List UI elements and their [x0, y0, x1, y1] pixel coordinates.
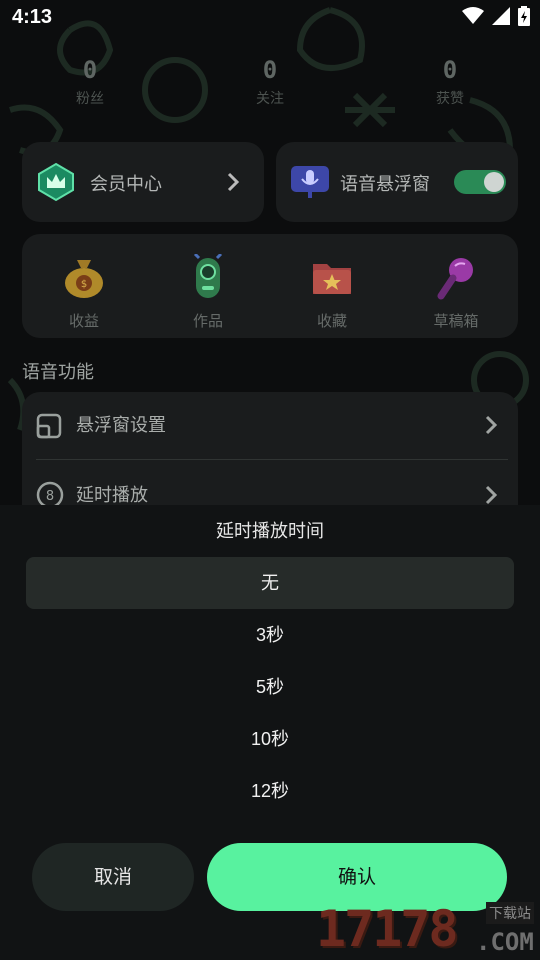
svg-text:$: $: [81, 279, 87, 290]
battery-icon: [518, 6, 530, 26]
status-bar: 4:13: [0, 0, 540, 36]
status-time: 4:13: [12, 6, 53, 28]
site-watermark: 17178 下载站 .COM: [316, 898, 540, 960]
option-12s[interactable]: 12秒: [26, 765, 514, 817]
cancel-button[interactable]: 取消: [32, 843, 194, 911]
option-3s[interactable]: 3秒: [26, 609, 514, 661]
watermark-number: 17178: [316, 900, 459, 958]
microphone-icon: [437, 258, 473, 300]
watermark-suffix: .COM: [476, 928, 534, 956]
list-divider: [36, 459, 508, 460]
stat-label: 关注: [256, 91, 284, 107]
money-bag-icon: $: [65, 260, 103, 298]
svg-text:8: 8: [46, 489, 54, 504]
watermark-tag: 下载站: [486, 902, 534, 924]
grid-item-drafts[interactable]: 草稿箱: [401, 254, 511, 331]
toggle-knob: [484, 172, 504, 192]
list-item-label: 延时播放: [76, 485, 148, 506]
voice-float-toggle[interactable]: [454, 170, 506, 194]
window-icon: [36, 413, 62, 439]
stat-likes[interactable]: 0 获赞: [390, 56, 510, 108]
signal-icon: [492, 7, 510, 25]
stat-value: 0: [262, 56, 278, 84]
stat-following[interactable]: 0 关注: [210, 56, 330, 108]
member-center-label: 会员中心: [90, 174, 162, 195]
option-10s[interactable]: 10秒: [26, 713, 514, 765]
wifi-icon: [462, 7, 484, 24]
section-title: 语音功能: [22, 362, 94, 383]
chevron-right-icon: [227, 172, 240, 192]
stat-label: 粉丝: [76, 91, 104, 107]
grid-label: 收藏: [316, 312, 347, 330]
grid-item-earnings[interactable]: $ 收益: [29, 254, 139, 331]
stat-label: 获赞: [436, 91, 464, 107]
member-center-card[interactable]: 会员中心: [22, 142, 264, 222]
list-item-float-settings[interactable]: 悬浮窗设置: [36, 405, 506, 445]
grid-item-works[interactable]: 作品: [153, 252, 263, 331]
robot-mic-icon: [193, 252, 223, 298]
grid-label: 收益: [68, 312, 99, 330]
chevron-right-icon: [485, 415, 498, 435]
voice-window-icon: [291, 166, 329, 198]
star-folder-icon: [313, 264, 351, 294]
crown-badge-icon: [38, 162, 74, 202]
sheet-title: 延时播放时间: [216, 521, 324, 542]
stat-value: 0: [82, 56, 98, 84]
list-item-label: 悬浮窗设置: [76, 415, 166, 436]
option-5s[interactable]: 5秒: [26, 661, 514, 713]
delay-time-sheet: 延时播放时间 无 3秒 5秒 10秒 12秒 取消 确认: [0, 505, 540, 960]
grid-item-favorites[interactable]: 收藏: [277, 254, 387, 331]
stat-fans[interactable]: 0 粉丝: [30, 56, 150, 108]
status-icons: [462, 6, 530, 26]
voice-float-label: 语音悬浮窗: [340, 174, 430, 195]
grid-label: 作品: [192, 312, 223, 330]
option-none[interactable]: 无: [26, 557, 514, 609]
stat-value: 0: [442, 56, 458, 84]
grid-label: 草稿箱: [433, 312, 479, 330]
chevron-right-icon: [485, 485, 498, 505]
